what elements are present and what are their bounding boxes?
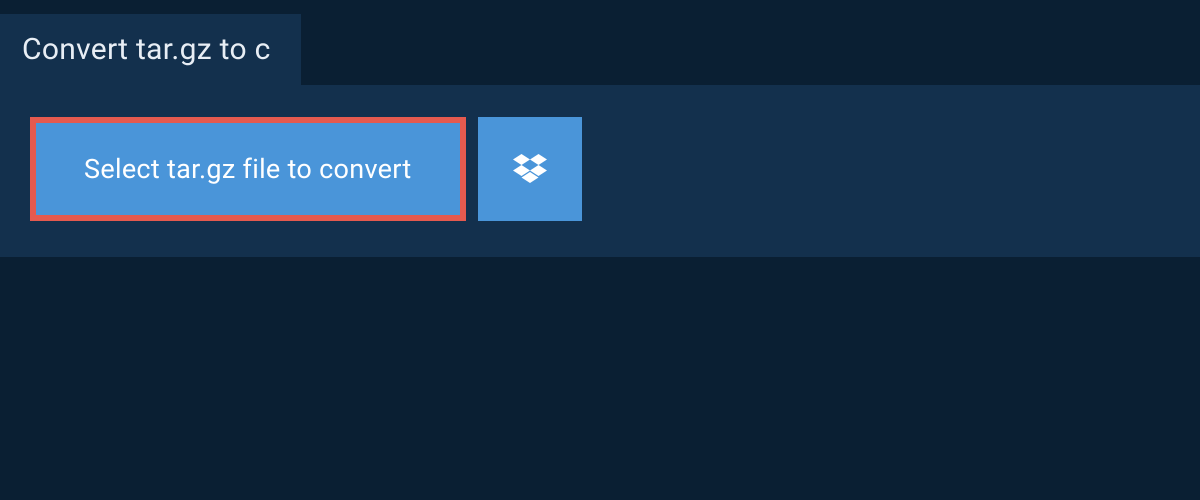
tab-title: Convert tar.gz to c — [22, 32, 271, 67]
dropbox-icon — [513, 154, 547, 184]
dropbox-button[interactable] — [478, 117, 582, 221]
select-file-label: Select tar.gz file to convert — [84, 153, 412, 185]
tab-header: Convert tar.gz to c — [0, 14, 301, 85]
select-file-button[interactable]: Select tar.gz file to convert — [30, 117, 466, 221]
upload-panel: Select tar.gz file to convert — [0, 85, 1200, 257]
